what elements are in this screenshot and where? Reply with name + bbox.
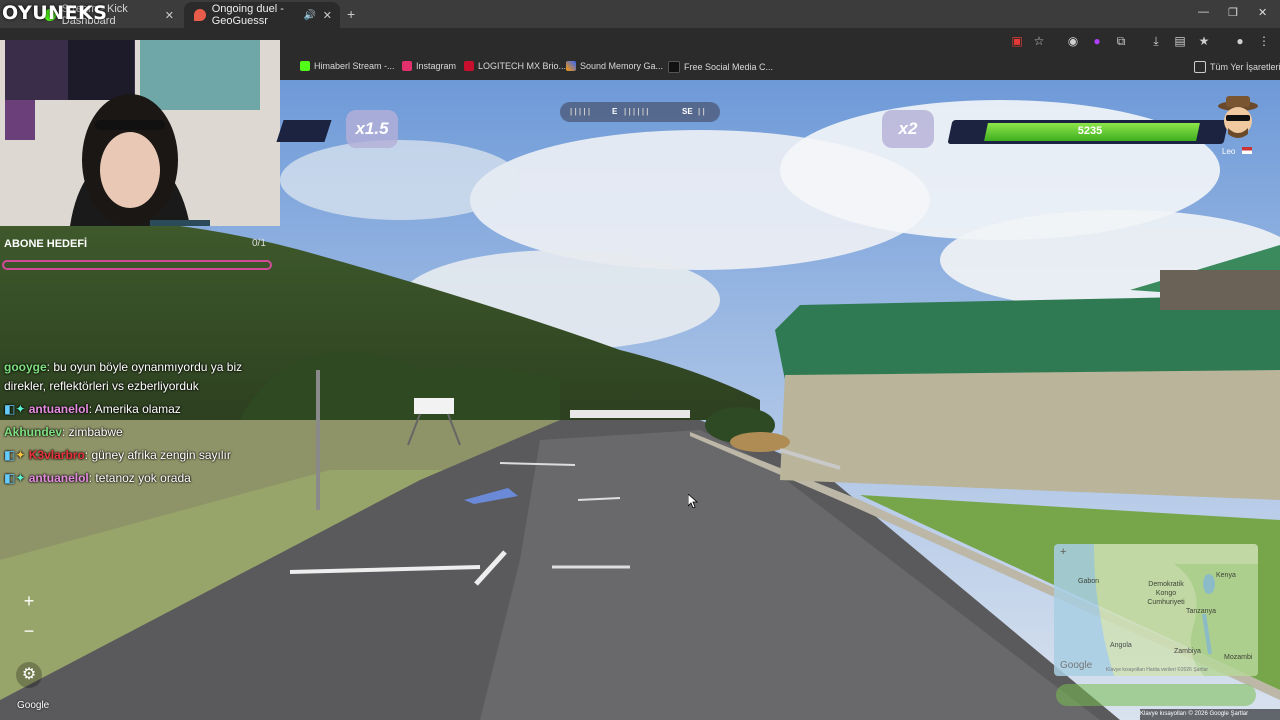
opponent-avatar <box>1214 94 1262 144</box>
sound-icon <box>566 61 576 71</box>
guess-button[interactable] <box>1056 684 1256 706</box>
channel-logo: OYUNEKS <box>2 2 108 24</box>
zoom-in-button[interactable]: + <box>16 588 42 614</box>
tab-bar: Stream - Kick Dashboard ✕ Ongoing duel -… <box>0 0 1280 28</box>
puzzle-icon[interactable]: ⧉ <box>1114 34 1128 48</box>
bookmark-logitech[interactable]: LOGITECH MX Brio... <box>464 61 566 71</box>
close-icon[interactable]: ✕ <box>323 9 332 22</box>
badge-icon: ◧ <box>4 448 16 462</box>
webcam-feed <box>0 40 280 226</box>
badge-icon: ✦ <box>15 448 26 462</box>
chat-username: antuanelol <box>28 402 89 416</box>
bookmark-star-icon[interactable]: ★ <box>1197 34 1211 48</box>
flag-icon <box>1242 147 1252 154</box>
folder-icon <box>1194 61 1206 73</box>
profile-icon[interactable]: ● <box>1233 34 1247 48</box>
settings-gear-icon[interactable]: ⚙ <box>16 662 42 688</box>
subscriber-goal-bar <box>2 260 272 270</box>
star-icon[interactable]: ☆ <box>1032 34 1046 48</box>
map-label: Angola <box>1110 642 1132 649</box>
chat-username: Akhundev <box>4 425 63 439</box>
compass: | | | | | E | | | | | | SE | | <box>560 102 720 122</box>
compass-southeast: SE <box>682 107 693 116</box>
extension-icon[interactable]: ● <box>1090 34 1104 48</box>
subscriber-goal-title: ABONE HEDEFİ <box>4 238 88 250</box>
bookmark-sound-memory[interactable]: Sound Memory Ga... <box>566 61 663 71</box>
download-icon[interactable]: ⤓ <box>1149 34 1163 48</box>
map-label: Kenya <box>1216 572 1236 579</box>
chat-text: : zimbabwe <box>62 425 123 439</box>
opponent-name: Leo <box>1222 147 1236 156</box>
instagram-icon <box>402 61 412 71</box>
chat-message: gooyge: bu oyun böyle oynanmıyordu ya bi… <box>4 358 280 396</box>
badge-icon: ◧ <box>4 402 16 416</box>
opponent-multiplier: x2 <box>882 110 934 148</box>
compass-east: E <box>612 107 618 116</box>
google-footer: Klavye kısayolları © 2026 Google Şartlar <box>1140 709 1280 720</box>
badge-icon: ✦ <box>15 402 26 416</box>
guess-minimap[interactable]: Gabon Demokratik Kongo Cumhuriyeti Kenya… <box>1054 544 1258 676</box>
zoom-out-button[interactable]: − <box>16 618 42 644</box>
minimize-button[interactable]: — <box>1198 6 1209 18</box>
all-bookmarks[interactable]: Tüm Yer İşaretleri <box>1194 61 1280 73</box>
bookmark-free-social-media[interactable]: Free Social Media C... <box>668 61 773 73</box>
extension-icon[interactable]: ◉ <box>1066 34 1080 48</box>
close-window-button[interactable]: ✕ <box>1258 6 1267 19</box>
new-tab-button[interactable]: + <box>347 6 355 22</box>
chat-message: ◧✦ antuanelol: tetanoz yok orada <box>4 469 280 488</box>
chat-text: : tetanoz yok orada <box>88 471 191 485</box>
chat-message: ◧✦ antuanelol: Amerika olamaz <box>4 400 280 419</box>
google-logo: Google <box>17 700 50 711</box>
minimap-zoom-in-button[interactable]: + <box>1060 546 1066 558</box>
bookmark-instagram[interactable]: Instagram <box>402 61 456 71</box>
chat-message: ◧✦ K3vlarbro: güney afrika zengin sayılı… <box>4 446 280 465</box>
kick-icon <box>300 61 310 71</box>
close-icon[interactable]: ✕ <box>165 9 174 22</box>
chat-text: : güney afrika zengin sayılır <box>84 448 231 462</box>
map-label: Mozambi <box>1224 654 1253 661</box>
map-label: Tanzanya <box>1186 608 1216 615</box>
maximize-button[interactable]: ❐ <box>1228 6 1238 19</box>
player-health-bar <box>276 120 332 142</box>
tab-geoguessr[interactable]: Ongoing duel - GeoGuessr 🔊 ✕ <box>184 2 340 28</box>
bookmark-himaberl[interactable]: Himaberl Stream -... <box>300 61 395 71</box>
cursor-icon <box>688 494 698 508</box>
social-icon <box>668 61 680 73</box>
cast-icon[interactable]: ▣ <box>1010 34 1024 48</box>
chat-username: K3vlarbro <box>28 448 85 462</box>
tab-title: Ongoing duel - GeoGuessr <box>211 3 284 27</box>
chat-username: antuanelol <box>28 471 89 485</box>
subscriber-goal-count: 0/1 <box>252 238 266 249</box>
map-pin-icon <box>194 9 206 21</box>
chat-message: Akhundev: zimbabwe <box>4 423 280 442</box>
map-google-logo: Google <box>1060 660 1093 671</box>
menu-icon[interactable]: ⋮ <box>1257 34 1271 48</box>
badge-icon: ✦ <box>15 471 26 485</box>
map-label: Gabon <box>1078 578 1100 585</box>
sidebar-icon[interactable]: ▤ <box>1173 34 1187 48</box>
chat-username: gooyge <box>4 360 47 374</box>
badge-icon: ◧ <box>4 471 16 485</box>
chat-text: : Amerika olamaz <box>88 402 181 416</box>
map-attribution: Klavye kısayolları Harita verileri ©2026… <box>1106 667 1209 673</box>
logitech-icon <box>464 61 474 71</box>
speaker-icon[interactable]: 🔊 <box>304 10 316 21</box>
player-multiplier: x1.5 <box>346 110 398 148</box>
opponent-health-value: 5235 <box>1077 125 1103 137</box>
map-label: Zambiya <box>1174 648 1201 655</box>
streamer-image <box>0 40 280 226</box>
map-label: Demokratik Kongo Cumhuriyeti <box>1147 581 1185 606</box>
